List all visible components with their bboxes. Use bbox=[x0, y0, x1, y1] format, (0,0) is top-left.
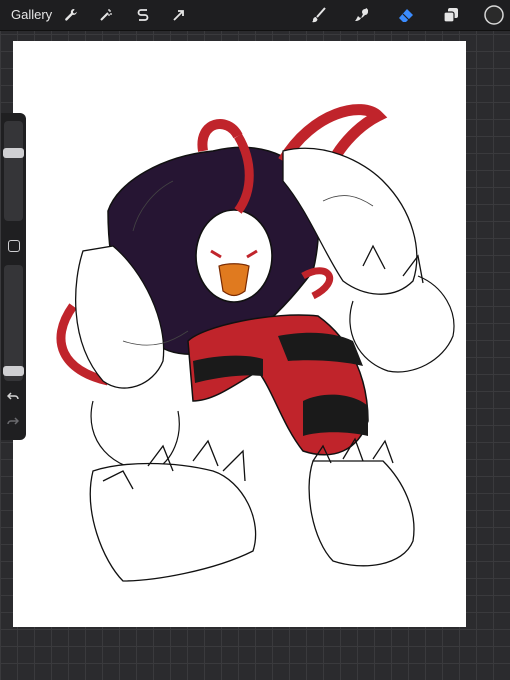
magic-wand-icon[interactable] bbox=[95, 4, 117, 26]
opacity-knob[interactable] bbox=[3, 365, 24, 376]
top-toolbar: Gallery bbox=[0, 0, 510, 31]
brush-size-slider[interactable] bbox=[4, 121, 23, 221]
smudge-icon[interactable] bbox=[352, 4, 374, 26]
move-arrow-icon[interactable] bbox=[168, 4, 190, 26]
selection-s-icon[interactable] bbox=[132, 4, 154, 26]
wrench-icon[interactable] bbox=[60, 4, 82, 26]
layers-icon[interactable] bbox=[440, 4, 462, 26]
artwork-sketch bbox=[56, 104, 455, 582]
left-sidebar bbox=[1, 113, 26, 440]
gallery-button[interactable]: Gallery bbox=[11, 7, 52, 22]
brush-size-knob[interactable] bbox=[3, 148, 24, 158]
eraser-icon[interactable] bbox=[395, 4, 417, 26]
redo-icon[interactable] bbox=[5, 413, 21, 429]
undo-icon[interactable] bbox=[5, 388, 21, 404]
drawing-canvas[interactable] bbox=[13, 41, 466, 627]
color-swatch-icon[interactable] bbox=[483, 4, 505, 26]
opacity-slider[interactable] bbox=[4, 265, 23, 381]
brush-icon[interactable] bbox=[308, 4, 330, 26]
square-modify-icon[interactable] bbox=[8, 240, 20, 252]
